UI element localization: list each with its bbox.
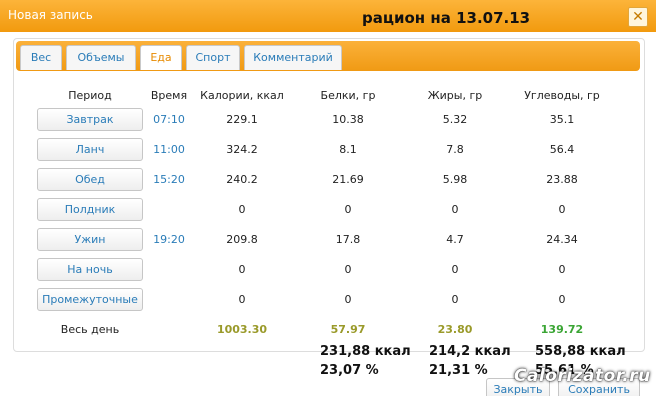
time-cell bbox=[146, 194, 192, 224]
total-calories: 1003.30 bbox=[216, 322, 268, 336]
tab-measurements[interactable]: Объемы bbox=[66, 45, 136, 70]
calories-cell: 240.2 bbox=[226, 172, 258, 186]
fat-kcal-note: 214,2 ккал bbox=[429, 344, 511, 359]
carbs-cell: 0 bbox=[558, 202, 566, 216]
calories-cell: 209.8 bbox=[226, 232, 258, 246]
table-row: Полдник 0 0 0 0 bbox=[34, 194, 618, 224]
fat-cell: 0 bbox=[451, 262, 459, 276]
protein-cell: 8.1 bbox=[339, 142, 357, 156]
header-calories: Калории, ккал bbox=[200, 88, 284, 102]
protein-percent-note: 23,07 % bbox=[320, 363, 379, 378]
header-period: Период bbox=[68, 88, 112, 102]
total-protein: 57.97 bbox=[330, 322, 366, 336]
time-cell bbox=[146, 254, 192, 284]
tab-weight[interactable]: Вес bbox=[20, 45, 62, 70]
period-button-afternoon-snack[interactable]: Полдник bbox=[37, 197, 143, 221]
carbs-cell: 35.1 bbox=[549, 112, 575, 126]
table-row: Обед 15:20 240.2 21.69 5.98 23.88 bbox=[34, 164, 618, 194]
period-button-intermediate[interactable]: Промежуточные bbox=[37, 287, 143, 311]
tab-comment[interactable]: Комментарий bbox=[244, 45, 342, 70]
header-carbs: Углеводы, гр bbox=[524, 88, 600, 102]
tab-sport[interactable]: Спорт bbox=[186, 45, 240, 70]
watermark: Calorizator.ru bbox=[514, 366, 651, 386]
table-row: Завтрак 07:10 229.1 10.38 5.32 35.1 bbox=[34, 104, 618, 134]
protein-cell: 17.8 bbox=[335, 232, 361, 246]
protein-cell: 21.69 bbox=[332, 172, 364, 186]
entry-panel: Вес Объемы Еда Спорт Комментарий Период … bbox=[13, 38, 645, 352]
time-cell: 19:20 bbox=[153, 232, 185, 246]
period-button-lunch[interactable]: Ланч bbox=[37, 137, 143, 161]
total-fat: 23.80 bbox=[437, 322, 473, 336]
calories-cell: 0 bbox=[238, 262, 246, 276]
table-row: Ужин 19:20 209.8 17.8 4.7 24.34 bbox=[34, 224, 618, 254]
header-fat: Жиры, гр bbox=[427, 88, 483, 102]
calories-cell: 324.2 bbox=[226, 142, 258, 156]
time-cell bbox=[146, 284, 192, 314]
fat-cell: 4.7 bbox=[446, 232, 464, 246]
table-row: Промежуточные 0 0 0 0 bbox=[34, 284, 618, 314]
total-row: Весь день 1003.30 57.97 23.80 139.72 bbox=[34, 314, 618, 344]
protein-cell: 0 bbox=[344, 292, 352, 306]
fat-cell: 7.8 bbox=[446, 142, 464, 156]
protein-kcal-note: 231,88 ккал bbox=[320, 344, 411, 359]
new-entry-dialog: Новая запись рацион на 13.07.13 ✕ Вес Об… bbox=[0, 0, 656, 396]
calories-cell: 229.1 bbox=[226, 112, 258, 126]
carbs-kcal-note: 558,88 ккал bbox=[535, 344, 626, 359]
fat-cell: 5.98 bbox=[442, 172, 468, 186]
carbs-cell: 24.34 bbox=[546, 232, 578, 246]
calories-cell: 0 bbox=[238, 292, 246, 306]
time-cell: 07:10 bbox=[153, 112, 185, 126]
header-time: Время bbox=[150, 88, 188, 102]
table-header-row: Период Время Калории, ккал Белки, гр Жир… bbox=[34, 86, 618, 104]
fat-cell: 0 bbox=[451, 292, 459, 306]
total-label: Весь день bbox=[60, 322, 120, 336]
period-button-night[interactable]: На ночь bbox=[37, 257, 143, 281]
time-cell: 11:00 bbox=[153, 142, 185, 156]
fat-cell: 5.32 bbox=[442, 112, 468, 126]
protein-cell: 0 bbox=[344, 202, 352, 216]
dialog-title: Новая запись bbox=[8, 8, 93, 22]
calories-cell: 0 bbox=[238, 202, 246, 216]
close-icon[interactable]: ✕ bbox=[628, 7, 648, 27]
fat-percent-note: 21,31 % bbox=[429, 363, 488, 378]
carbs-cell: 56.4 bbox=[549, 142, 575, 156]
carbs-cell: 0 bbox=[558, 262, 566, 276]
table-row: Ланч 11:00 324.2 8.1 7.8 56.4 bbox=[34, 134, 618, 164]
tab-food[interactable]: Еда bbox=[140, 45, 182, 70]
period-button-breakfast[interactable]: Завтрак bbox=[37, 107, 143, 131]
time-cell: 15:20 bbox=[153, 172, 185, 186]
tab-bar: Вес Объемы Еда Спорт Комментарий bbox=[16, 41, 640, 71]
header-protein: Белки, гр bbox=[320, 88, 376, 102]
ration-date-caption: рацион на 13.07.13 bbox=[362, 9, 531, 27]
protein-cell: 10.38 bbox=[332, 112, 364, 126]
protein-cell: 0 bbox=[344, 262, 352, 276]
period-button-supper[interactable]: Ужин bbox=[37, 227, 143, 251]
carbs-cell: 0 bbox=[558, 292, 566, 306]
fat-cell: 0 bbox=[451, 202, 459, 216]
total-time-cell bbox=[146, 314, 192, 344]
carbs-cell: 23.88 bbox=[546, 172, 578, 186]
total-carbs: 139.72 bbox=[540, 322, 584, 336]
dialog-titlebar: Новая запись рацион на 13.07.13 ✕ bbox=[0, 0, 656, 32]
nutrition-table: Период Время Калории, ккал Белки, гр Жир… bbox=[34, 86, 618, 344]
table-row: На ночь 0 0 0 0 bbox=[34, 254, 618, 284]
period-button-dinner[interactable]: Обед bbox=[37, 167, 143, 191]
